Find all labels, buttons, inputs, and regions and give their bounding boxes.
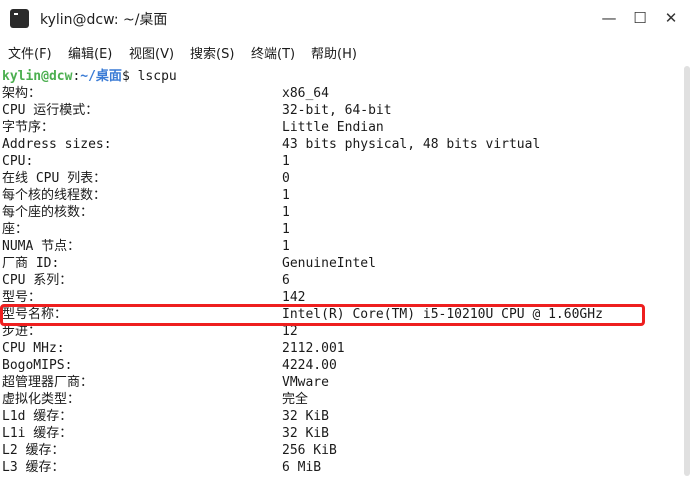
output-row: NUMA 节点： 1 bbox=[0, 238, 682, 255]
output-value: 32 KiB bbox=[282, 409, 329, 424]
output-key: 型号名称： bbox=[2, 307, 68, 322]
output-key: BogoMIPS: bbox=[2, 358, 73, 373]
output-row: 座： 1 bbox=[0, 221, 682, 238]
output-value: 32 KiB bbox=[282, 426, 329, 441]
close-icon[interactable]: ✕ bbox=[659, 6, 683, 30]
output-row: L1i 缓存： 32 KiB bbox=[0, 425, 682, 442]
output-row: L2 缓存： 256 KiB bbox=[0, 442, 682, 459]
output-row: L1d 缓存： 32 KiB bbox=[0, 408, 682, 425]
output-key: 架构： bbox=[2, 86, 42, 101]
title-bar[interactable]: kylin@dcw: ~/桌面 — ☐ ✕ bbox=[0, 0, 692, 37]
output-row: 在线 CPU 列表： 0 bbox=[0, 170, 682, 187]
output-key: 超管理器厂商： bbox=[2, 375, 94, 390]
output-row: CPU 系列： 6 bbox=[0, 272, 682, 289]
prompt-path: ~/桌面 bbox=[80, 69, 122, 84]
output-key: 每个核的线程数： bbox=[2, 188, 107, 203]
vertical-scrollbar[interactable] bbox=[684, 66, 690, 476]
menu-help[interactable]: 帮助(H) bbox=[311, 43, 357, 62]
output-row: CPU MHz: 2112.001 bbox=[0, 340, 682, 357]
output-row: 每个核的线程数： 1 bbox=[0, 187, 682, 204]
output-key: CPU MHz: bbox=[2, 341, 65, 356]
output-key: 字节序： bbox=[2, 120, 55, 135]
output-row: 厂商 ID: GenuineIntel bbox=[0, 255, 682, 272]
output-row: 型号： 142 bbox=[0, 289, 682, 306]
output-key: L1d 缓存： bbox=[2, 409, 73, 424]
output-value: Little Endian bbox=[282, 120, 384, 135]
output-row: CPU: 1 bbox=[0, 153, 682, 170]
output-key: CPU 系列： bbox=[2, 273, 73, 288]
output-row: CPU 运行模式： 32-bit, 64-bit bbox=[0, 102, 682, 119]
output-value: 1 bbox=[282, 154, 290, 169]
output-key: CPU 运行模式： bbox=[2, 103, 99, 118]
output-value: 32-bit, 64-bit bbox=[282, 103, 392, 118]
output-value: 完全 bbox=[282, 392, 309, 407]
output-value: 4224.00 bbox=[282, 358, 337, 373]
output-key: CPU: bbox=[2, 154, 34, 169]
prompt-symbol: $ bbox=[121, 69, 138, 84]
output-value: 6 MiB bbox=[282, 460, 322, 475]
output-value: VMware bbox=[282, 375, 329, 390]
output-key: 在线 CPU 列表： bbox=[2, 171, 107, 186]
maximize-icon[interactable]: ☐ bbox=[628, 6, 652, 30]
output-value: 43 bits physical, 48 bits virtual bbox=[282, 137, 541, 152]
terminal-output-area[interactable]: kylin@dcw:~/桌面$ lscpu 架构： x86_64 CPU 运行模式… bbox=[0, 66, 682, 480]
menu-terminal[interactable]: 终端(T) bbox=[251, 43, 295, 62]
output-key: L1i 缓存： bbox=[2, 426, 73, 441]
output-key: NUMA 节点： bbox=[2, 239, 81, 254]
output-row: BogoMIPS: 4224.00 bbox=[0, 357, 682, 374]
output-key: L3 缓存： bbox=[2, 460, 65, 475]
output-row: Address sizes: 43 bits physical, 48 bits … bbox=[0, 136, 682, 153]
output-value: GenuineIntel bbox=[282, 256, 376, 271]
menu-bar: 文件(F) 编辑(E) 视图(V) 搜索(S) 终端(T) 帮助(H) bbox=[0, 37, 692, 65]
output-row: 字节序： Little Endian bbox=[0, 119, 682, 136]
menu-file[interactable]: 文件(F) bbox=[8, 43, 52, 62]
output-key: 每个座的核数： bbox=[2, 205, 94, 220]
output-row: L3 缓存： 6 MiB bbox=[0, 459, 682, 476]
terminal-window: kylin@dcw: ~/桌面 — ☐ ✕ 文件(F) 编辑(E) 视图(V) … bbox=[0, 0, 692, 480]
output-key: 虚拟化类型： bbox=[2, 392, 81, 407]
output-key: Address sizes: bbox=[2, 137, 112, 152]
output-key: L2 缓存： bbox=[2, 443, 65, 458]
window-title: kylin@dcw: ~/桌面 bbox=[40, 12, 168, 28]
output-value: 0 bbox=[282, 171, 290, 186]
output-row: 超管理器厂商： VMware bbox=[0, 374, 682, 391]
output-value: 1 bbox=[282, 188, 290, 203]
output-row: 步进： 12 bbox=[0, 323, 682, 340]
output-row: 每个座的核数： 1 bbox=[0, 204, 682, 221]
output-row: 架构： x86_64 bbox=[0, 85, 682, 102]
minimize-icon[interactable]: — bbox=[597, 6, 621, 30]
output-value: 1 bbox=[282, 205, 290, 220]
command-prompt: kylin@dcw:~/桌面$ lscpu bbox=[2, 69, 177, 85]
output-key: 型号： bbox=[2, 290, 42, 305]
output-key: 步进： bbox=[2, 324, 42, 339]
output-row-highlighted: 型号名称： Intel(R) Core(TM) i5-10210U CPU @ 1… bbox=[0, 306, 682, 323]
output-value: x86_64 bbox=[282, 86, 329, 101]
menu-search[interactable]: 搜索(S) bbox=[190, 43, 234, 62]
output-row: 虚拟化类型： 完全 bbox=[0, 391, 682, 408]
terminal-app-icon bbox=[10, 9, 29, 28]
output-value: 142 bbox=[282, 290, 306, 305]
output-value: 1 bbox=[282, 239, 290, 254]
output-value: 1 bbox=[282, 222, 290, 237]
menu-edit[interactable]: 编辑(E) bbox=[68, 43, 112, 62]
output-value: 12 bbox=[282, 324, 298, 339]
output-value: 2112.001 bbox=[282, 341, 345, 356]
output-value: 256 KiB bbox=[282, 443, 337, 458]
output-value: Intel(R) Core(TM) i5-10210U CPU @ 1.60GH… bbox=[282, 307, 603, 322]
output-value: 6 bbox=[282, 273, 290, 288]
prompt-command: lscpu bbox=[137, 69, 177, 84]
menu-view[interactable]: 视图(V) bbox=[129, 43, 174, 62]
prompt-user: kylin@dcw bbox=[2, 69, 73, 84]
output-key: 座： bbox=[2, 222, 29, 237]
output-key: 厂商 ID: bbox=[2, 256, 60, 271]
